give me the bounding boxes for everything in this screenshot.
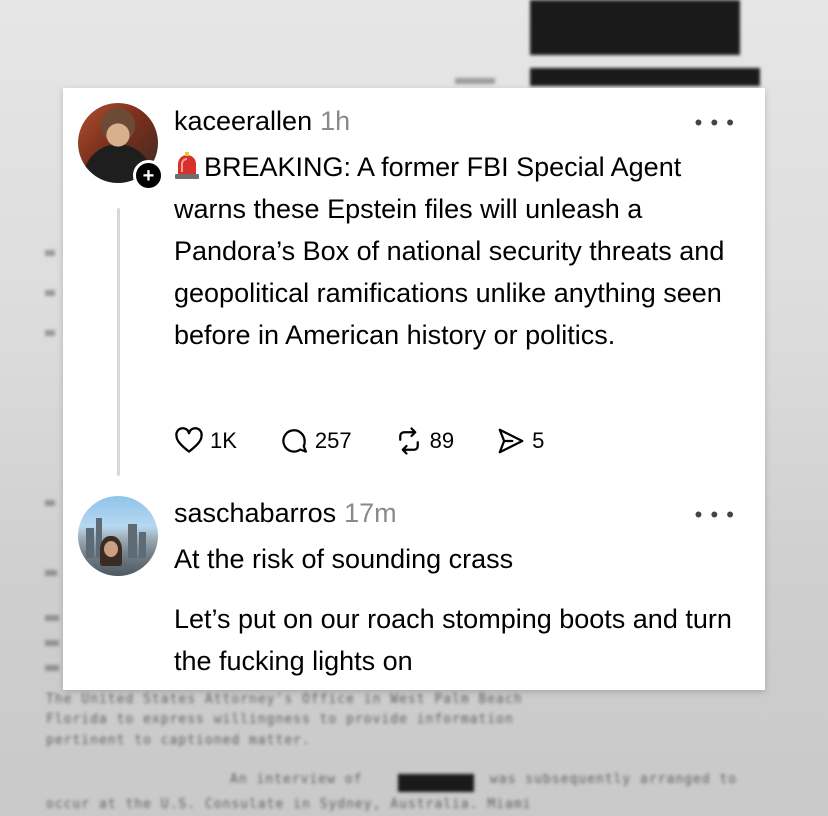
- comment-icon: [282, 429, 307, 453]
- timestamp: 1h: [320, 106, 351, 136]
- repost-count: 89: [429, 428, 455, 453]
- post-text: BREAKING: A former FBI Special Agent war…: [174, 152, 725, 350]
- avatar-photo-building: [86, 528, 94, 558]
- thread-card: + kaceerallen 1h • • • BREAKING: A forme…: [63, 88, 765, 690]
- reply-count: 257: [314, 428, 352, 453]
- share-button[interactable]: 5: [496, 426, 544, 456]
- avatar-photo-building: [128, 524, 137, 558]
- redaction-block: [530, 0, 740, 55]
- post-header: saschabarros 17m: [174, 498, 397, 529]
- username[interactable]: kaceerallen: [174, 106, 312, 137]
- document-line: was subsequently arranged to: [490, 772, 738, 787]
- repost-button[interactable]: 89: [394, 426, 454, 456]
- like-button[interactable]: 1K: [174, 426, 237, 456]
- post-actions: 1K 257 89 5: [174, 426, 586, 456]
- username[interactable]: saschabarros: [174, 498, 336, 529]
- redaction-block: [398, 774, 474, 792]
- document-mark: [45, 330, 55, 336]
- more-horizontal-icon[interactable]: • • •: [695, 504, 735, 526]
- rotating-light-icon: [175, 152, 199, 179]
- document-mark: [45, 250, 55, 256]
- document-line: Florida to express willingness to provid…: [46, 712, 514, 727]
- document-mark: [45, 570, 57, 576]
- avatar-photo-face: [104, 541, 118, 557]
- redaction-block: [530, 68, 760, 86]
- thread-connector-line: [117, 208, 120, 476]
- like-count: 1K: [210, 428, 237, 453]
- post-body: BREAKING: A former FBI Special Agent war…: [174, 146, 749, 356]
- more-horizontal-icon[interactable]: • • •: [695, 112, 735, 134]
- document-line: occur at the U.S. Consulate in Sydney, A…: [46, 797, 532, 812]
- heart-icon: [175, 427, 203, 453]
- document-mark: [45, 615, 59, 621]
- document-line: pertinent to captioned matter.: [46, 733, 311, 748]
- repost-icon: [398, 427, 419, 455]
- post-header: kaceerallen 1h: [174, 106, 350, 137]
- document-mark: [45, 665, 59, 671]
- document-mark: [45, 500, 55, 506]
- reply-button[interactable]: 257: [279, 426, 352, 456]
- send-icon: [498, 428, 524, 454]
- share-count: 5: [532, 428, 545, 453]
- avatar-photo-building: [139, 532, 146, 558]
- follow-button[interactable]: +: [133, 160, 164, 191]
- document-line: The United States Attorney's Office in W…: [46, 692, 523, 707]
- document-mark: [45, 640, 59, 646]
- post-text: At the risk of sounding crass: [174, 544, 514, 574]
- document-line: An interview of: [230, 772, 363, 787]
- avatar-saschabarros[interactable]: [78, 496, 158, 576]
- post-text: Let’s put on our roach stomping boots an…: [174, 604, 732, 676]
- document-mark: [455, 78, 495, 84]
- timestamp: 17m: [344, 498, 397, 528]
- document-mark: [45, 290, 55, 296]
